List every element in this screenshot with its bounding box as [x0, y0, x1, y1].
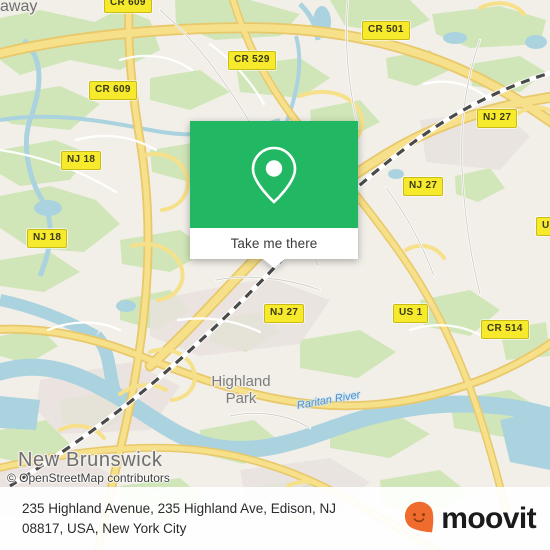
shield-nj-18-upper[interactable]: NJ 18 — [61, 151, 102, 170]
shield-nj-27-top[interactable]: NJ 27 — [477, 109, 518, 128]
address-text: 235 Highland Avenue, 235 Highland Ave, E… — [22, 499, 336, 539]
location-popup-card[interactable]: Take me there — [190, 121, 358, 268]
take-me-there-label: Take me there — [230, 236, 318, 251]
moovit-wordmark: moovit — [441, 501, 536, 535]
shield-nj-27-mid[interactable]: NJ 27 — [403, 177, 444, 196]
popup-header — [190, 121, 358, 228]
shield-nj-27-low[interactable]: NJ 27 — [264, 304, 305, 323]
popup-action-bar[interactable]: Take me there — [190, 228, 358, 259]
shield-cr-514[interactable]: CR 514 — [481, 320, 529, 339]
popup-pointer — [263, 259, 285, 268]
shield-us-1-edge[interactable]: U — [536, 217, 550, 236]
map-canvas[interactable]: away Highland Park New Brunswick Raritan… — [0, 0, 550, 550]
address-line-2: 08817, USA, New York City — [22, 520, 187, 536]
map-label-highland-park: Highland Park — [211, 373, 271, 407]
shield-cr-609-top[interactable]: CR 609 — [104, 0, 152, 13]
map-label-rahway-partial: away — [0, 0, 38, 15]
footer-bar: 235 Highland Avenue, 235 Highland Ave, E… — [0, 487, 550, 550]
map-screenshot: away Highland Park New Brunswick Raritan… — [0, 0, 550, 550]
shield-cr-529[interactable]: CR 529 — [228, 51, 276, 70]
moovit-pin-icon — [405, 501, 434, 532]
shield-cr-501[interactable]: CR 501 — [362, 21, 410, 40]
map-pin-icon — [251, 146, 297, 204]
shield-cr-609[interactable]: CR 609 — [89, 81, 137, 100]
shield-us-1[interactable]: US 1 — [393, 304, 429, 323]
map-label-new-brunswick: New Brunswick — [18, 449, 163, 471]
moovit-logo[interactable]: moovit — [404, 501, 537, 537]
address-line-1: 235 Highland Avenue, 235 Highland Ave, E… — [22, 500, 336, 516]
osm-attribution[interactable]: © OpenStreetMap contributors — [7, 471, 170, 485]
shield-nj-18-lower[interactable]: NJ 18 — [27, 229, 68, 248]
